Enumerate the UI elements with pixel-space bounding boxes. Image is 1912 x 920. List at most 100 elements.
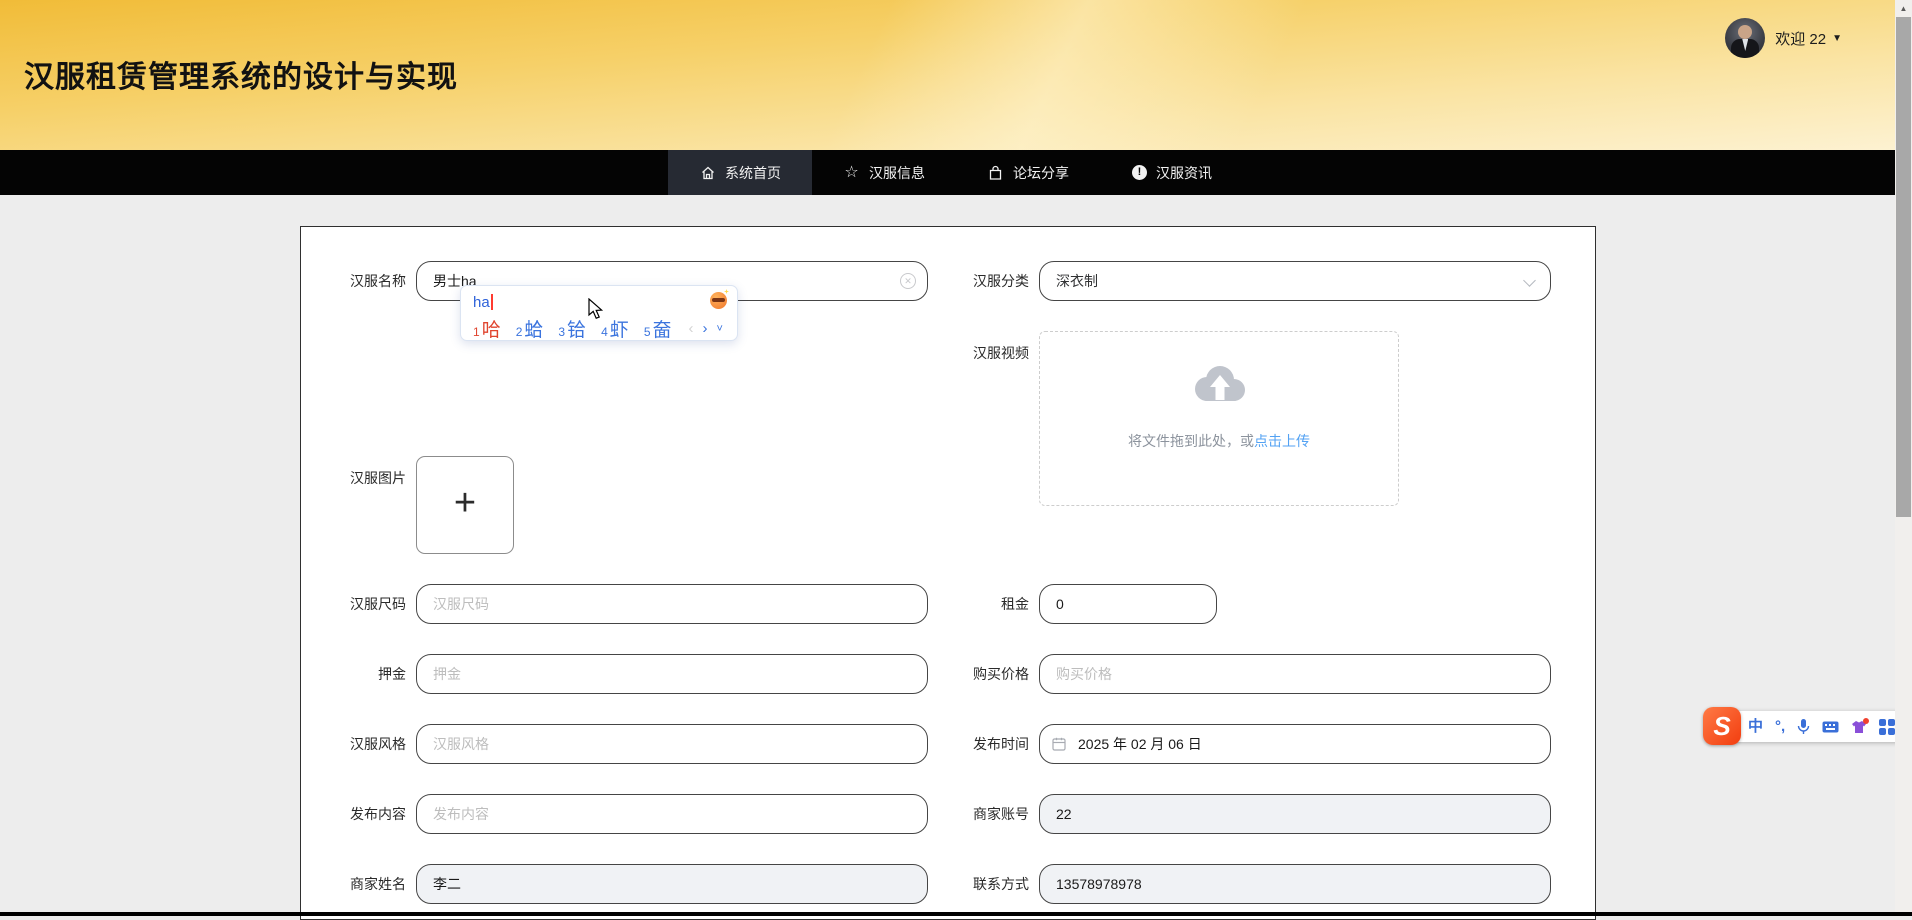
upload-hint: 将文件拖到此处，或点击上传 [1128,431,1310,451]
toolbox-grid-icon[interactable] [1879,719,1895,735]
purchase-price-label: 购买价格 [954,664,1029,684]
ime-emoji-icon[interactable] [710,292,727,309]
contact-label: 联系方式 [954,874,1029,894]
ime-caret [491,294,493,310]
ime-candidates: 1哈 2蛤 3铪 4虾 5奤 ‹ › ˅ [473,315,725,343]
field-publish-content: 发布内容 [331,794,928,834]
row-size-rent: 汉服尺码 租金 [301,584,1595,624]
nav-item-news[interactable]: ! 汉服资讯 [1100,150,1244,195]
drag-text: 将文件拖到此处，或 [1128,433,1254,449]
deposit-label: 押金 [331,664,406,684]
merchant-account-input [1039,794,1551,834]
sogou-toolbar: S 中 °, [1706,711,1912,742]
ime-composition: ha [473,290,725,314]
microphone-icon[interactable] [1797,718,1810,735]
click-upload-link[interactable]: 点击上传 [1254,433,1310,449]
ime-candidate-3[interactable]: 3铪 [558,315,586,342]
main-navbar: 系统首页 ☆ 汉服信息 论坛分享 ! 汉服资讯 [0,150,1912,195]
app-header: 汉服租赁管理系统的设计与实现 欢迎 22 ▼ [0,0,1912,150]
nav-item-forum[interactable]: 论坛分享 [956,150,1100,195]
cloud-upload-icon [1186,360,1253,413]
nav-item-home[interactable]: 系统首页 [668,150,812,195]
publish-content-input[interactable] [416,794,928,834]
publish-time-label: 发布时间 [954,734,1029,754]
avatar-head [1738,25,1752,39]
field-hanfu-image: 汉服图片 + [331,456,514,554]
field-hanfu-category: 汉服分类 深衣制 [954,261,1551,301]
hanfu-category-label: 汉服分类 [954,271,1029,291]
hanfu-image-label: 汉服图片 [331,456,406,488]
scrollbar-thumb[interactable] [1896,17,1911,517]
punctuation-icon[interactable]: °, [1775,719,1785,734]
bag-icon [987,164,1004,181]
hanfu-video-label: 汉服视频 [954,331,1029,363]
row-deposit-price: 押金 购买价格 [301,654,1595,694]
ime-composition-text: ha [473,294,490,311]
home-icon [699,164,716,181]
nav-item-hanfu-info[interactable]: ☆ 汉服信息 [812,150,956,195]
star-icon: ☆ [843,164,860,181]
rent-input[interactable] [1039,584,1217,624]
bottom-letterbox-bar [0,912,1912,916]
ime-mode-icon[interactable]: 中 [1748,719,1763,734]
welcome-label: 欢迎 22 [1775,28,1826,49]
page-title: 汉服租赁管理系统的设计与实现 [24,52,458,96]
sogou-logo[interactable]: S [1703,707,1741,745]
field-hanfu-style: 汉服风格 [331,724,928,764]
plus-icon: + [454,484,476,522]
row-content-account: 发布内容 商家账号 [301,794,1595,834]
nav-item-label: 论坛分享 [1013,163,1069,183]
skin-icon[interactable] [1851,720,1867,734]
video-upload-dropzone[interactable]: 将文件拖到此处，或点击上传 [1039,331,1399,506]
ime-candidate-5[interactable]: 5奤 [644,315,672,342]
hanfu-size-input[interactable] [416,584,928,624]
scrollbar-up-arrow[interactable]: ▲ [1895,0,1912,17]
deposit-input[interactable] [416,654,928,694]
ime-candidate-1[interactable]: 1哈 [473,315,501,342]
keyboard-icon[interactable] [1822,721,1839,733]
ime-candidate-window: ha 1哈 2蛤 3铪 4虾 5奤 ‹ › ˅ [460,285,738,341]
hanfu-category-value: 深衣制 [1056,271,1098,291]
ime-prev-page-icon[interactable]: ‹ [689,320,694,337]
notification-dot [1863,718,1869,724]
contact-input [1039,864,1551,904]
hanfu-category-select[interactable]: 深衣制 [1039,261,1551,301]
row-name-contact: 商家姓名 联系方式 [301,864,1595,904]
field-purchase-price: 购买价格 [954,654,1551,694]
ime-candidate-2[interactable]: 2蛤 [516,315,544,342]
welcome-text[interactable]: 欢迎 22 ▼ [1775,28,1842,49]
nav-item-label: 汉服信息 [869,163,925,183]
clear-icon[interactable]: ✕ [900,273,916,289]
page-scrollbar: ▲ [1895,0,1912,912]
hanfu-style-input[interactable] [416,724,928,764]
publish-content-label: 发布内容 [331,804,406,824]
field-hanfu-video: 汉服视频 将文件拖到此处，或点击上传 [954,331,1399,506]
hanfu-name-label: 汉服名称 [331,271,406,291]
field-publish-time: 发布时间 [954,724,1551,764]
field-hanfu-size: 汉服尺码 [331,584,928,624]
field-contact: 联系方式 [954,864,1551,904]
row-uploads: 汉服视频 将文件拖到此处，或点击上传 汉服图片 [301,301,1595,584]
calendar-icon [1051,736,1067,757]
ime-candidate-4[interactable]: 4虾 [601,315,629,342]
image-upload-button[interactable]: + [416,456,514,554]
rent-label: 租金 [954,594,1029,614]
chevron-down-icon [1523,274,1536,287]
merchant-account-label: 商家账号 [954,804,1029,824]
dropdown-caret-icon: ▼ [1832,33,1842,44]
merchant-name-label: 商家姓名 [331,874,406,894]
field-deposit: 押金 [331,654,928,694]
hanfu-style-label: 汉服风格 [331,734,406,754]
row-style-time: 汉服风格 发布时间 [301,724,1595,764]
ime-next-page-icon[interactable]: › [703,320,708,337]
nav-item-label: 汉服资讯 [1156,163,1212,183]
user-menu[interactable]: 欢迎 22 ▼ [1725,18,1842,58]
field-merchant-account: 商家账号 [954,794,1551,834]
avatar[interactable] [1725,18,1765,58]
purchase-price-input[interactable] [1039,654,1551,694]
merchant-name-input [416,864,928,904]
publish-time-input[interactable] [1039,724,1551,764]
nav-item-label: 系统首页 [725,163,781,183]
ime-expand-icon[interactable]: ˅ [717,323,723,335]
ime-controls: ‹ › ˅ [689,320,723,337]
